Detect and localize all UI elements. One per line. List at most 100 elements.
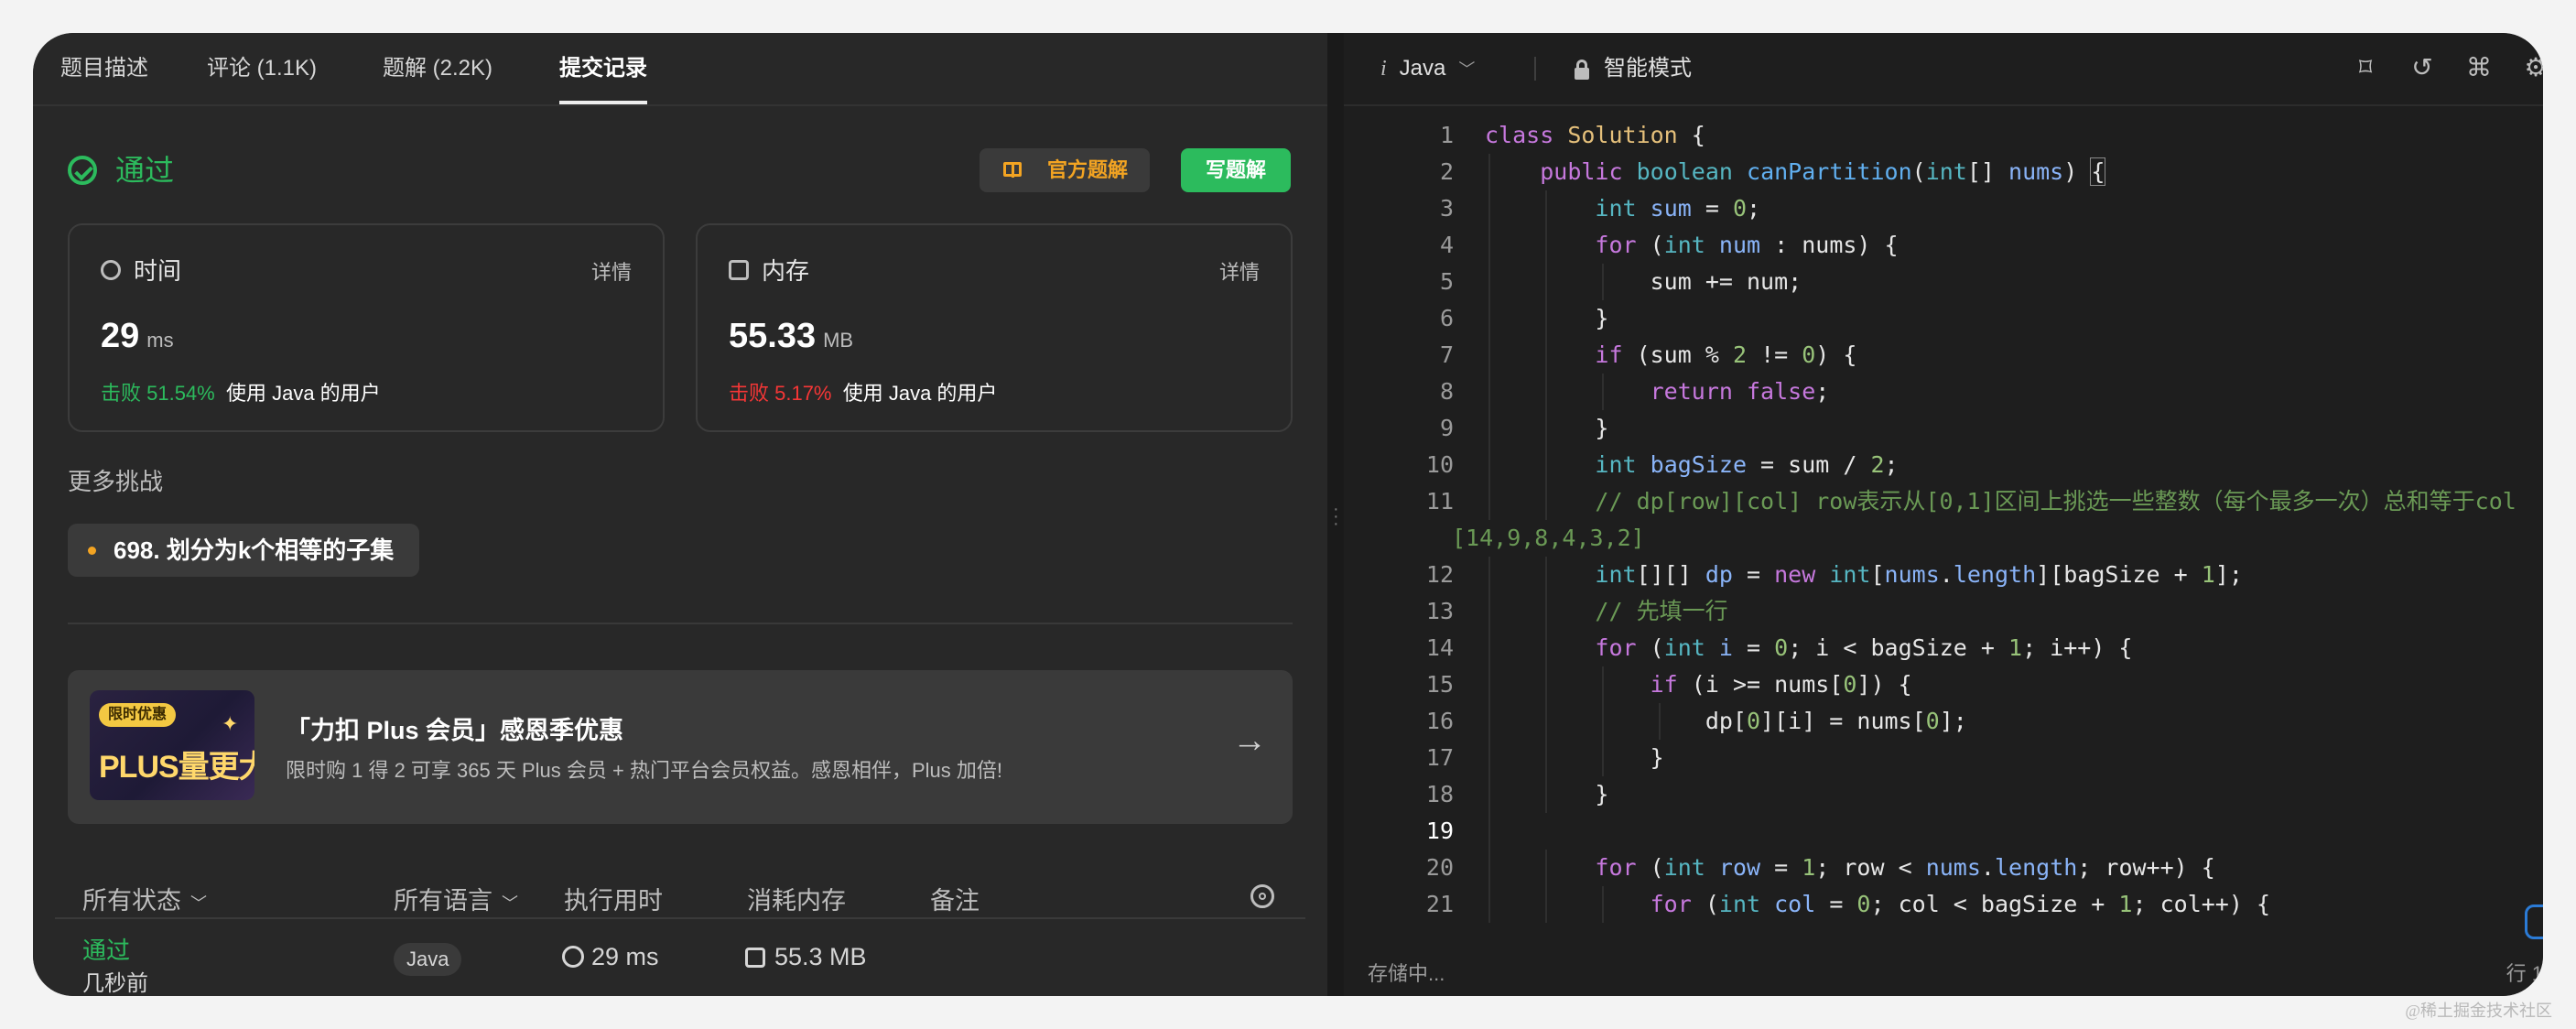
code-line: 9 } bbox=[1344, 410, 2543, 447]
language-badge: Java bbox=[394, 943, 462, 976]
row-memory-value: 55.3 MB bbox=[774, 943, 867, 970]
row-status[interactable]: 通过 bbox=[82, 932, 130, 966]
table-divider bbox=[55, 917, 1305, 919]
chip-icon bbox=[745, 948, 765, 968]
memory-value-block: 55.33 MB bbox=[729, 317, 853, 356]
code-line: 7 if (sum % 2 != 0) { bbox=[1344, 337, 2543, 374]
timer-icon bbox=[101, 260, 121, 280]
runtime-value: 29 bbox=[101, 317, 140, 355]
gear-icon[interactable] bbox=[1250, 884, 1274, 908]
reset-icon[interactable]: ↺ bbox=[2408, 53, 2437, 82]
runtime-label: 时间 bbox=[134, 257, 182, 285]
runtime-card[interactable]: 时间 详情 29 ms 击败 51.54% 使用 Java 的用户 bbox=[68, 223, 665, 432]
memory-label: 内存 bbox=[762, 257, 810, 285]
promo-image: 限时优惠 ✦ PLUS量更大 bbox=[90, 690, 254, 800]
drag-handle-icon[interactable]: · · · bbox=[1333, 500, 1339, 533]
tab-bar: 题目描述 评论 (1.1K) 题解 (2.2K) 提交记录 bbox=[33, 33, 1327, 106]
row-memory: 55.3 MB bbox=[745, 943, 867, 971]
runtime-beat: 击败 51.54% 使用 Java 的用户 bbox=[101, 377, 381, 406]
runtime-beat-percent: 击败 51.54% bbox=[101, 382, 215, 405]
status-filter[interactable]: 所有状态 ﹀ bbox=[82, 881, 207, 916]
memory-header: 消耗内存 bbox=[747, 887, 846, 915]
write-solution-button[interactable]: 写题解 bbox=[1181, 148, 1291, 192]
tab-comments[interactable]: 评论 (1.1K) bbox=[207, 33, 317, 104]
code-line: 19 bbox=[1344, 813, 2543, 850]
code-line: 1 class Solution { bbox=[1439, 122, 1705, 148]
watermark: @稀土掘金技术社区 bbox=[2405, 1002, 2552, 1020]
chevron-down-icon: ﹀ bbox=[190, 894, 207, 913]
chip-icon bbox=[729, 260, 749, 280]
runtime-detail-link[interactable]: 详情 bbox=[591, 256, 632, 286]
code-line: 5 sum += num; bbox=[1344, 264, 2543, 300]
row-runtime-value: 29 ms bbox=[591, 943, 659, 970]
bookmark-icon[interactable]: ⌑ bbox=[2351, 53, 2380, 82]
code-line: 20 for (int row = 1; row < nums.length; … bbox=[1344, 850, 2543, 886]
runtime-beat-suffix: 使用 Java 的用户 bbox=[225, 382, 381, 405]
settings-icon[interactable]: ⚙ bbox=[2521, 53, 2543, 82]
promo-image-text: PLUS量更大 bbox=[99, 750, 254, 785]
code-editor-panel: i Java ﹀ 智能模式 ⌑ ↺ ⌘ ⚙ 1 class Solution { 2 … bbox=[1344, 33, 2543, 996]
memory-beat-suffix: 使用 Java 的用户 bbox=[842, 382, 998, 405]
book-icon bbox=[1003, 162, 1022, 178]
promo-subtitle: 限时购 1 得 2 可享 365 天 Plus 会员 + 热门平台会员权益。感恩… bbox=[286, 759, 1002, 782]
code-line: 21 for (int col = 0; col < bagSize + 1; … bbox=[1344, 886, 2543, 923]
code-line: 8 return false; bbox=[1344, 374, 2543, 410]
notes-header: 备注 bbox=[930, 887, 980, 915]
language-selector-label: Java bbox=[1399, 56, 1446, 81]
official-solution-label: 官方题解 bbox=[1046, 158, 1128, 181]
chevron-down-icon: ﹀ bbox=[502, 894, 518, 913]
app-window: 题目描述 评论 (1.1K) 题解 (2.2K) 提交记录 通过 官方题解 写题… bbox=[33, 33, 2543, 996]
promo-title: 「力扣 Plus 会员」感恩季优惠 bbox=[286, 717, 624, 744]
code-line: 12 int[][] dp = new int[nums.length][bag… bbox=[1344, 557, 2543, 593]
clock-icon bbox=[562, 946, 584, 968]
promo-banner[interactable]: 限时优惠 ✦ PLUS量更大 「力扣 Plus 会员」感恩季优惠 限时购 1 得… bbox=[68, 670, 1293, 824]
code-line: 10 int bagSize = sum / 2; bbox=[1344, 447, 2543, 483]
memory-beat: 击败 5.17% 使用 Java 的用户 bbox=[729, 377, 997, 406]
promo-tag: 限时优惠 bbox=[99, 703, 177, 727]
chevron-down-icon: ﹀ bbox=[1458, 60, 1476, 79]
info-icon: i bbox=[1380, 57, 1387, 81]
runtime-value-block: 29 ms bbox=[101, 317, 174, 356]
sparkle-icon: ✦ bbox=[222, 712, 239, 735]
memory-detail-link[interactable]: 详情 bbox=[1219, 256, 1260, 286]
command-icon[interactable]: ⌘ bbox=[2464, 53, 2494, 82]
challenge-label: 698. 划分为k个相等的子集 bbox=[114, 536, 395, 564]
runtime-header: 执行用时 bbox=[564, 887, 663, 915]
memory-unit: MB bbox=[823, 329, 854, 352]
code-line: 13 // 先填一行 bbox=[1344, 593, 2543, 630]
assistant-float-icon[interactable] bbox=[2525, 904, 2543, 939]
code-line: [14,9,8,4,3,2] bbox=[1452, 525, 1645, 551]
save-status: 存储中... bbox=[1368, 962, 1445, 985]
arrow-right-icon[interactable]: → bbox=[1232, 721, 1267, 761]
submission-panel: 题目描述 评论 (1.1K) 题解 (2.2K) 提交记录 通过 官方题解 写题… bbox=[33, 33, 1327, 996]
language-filter-label: 所有语言 bbox=[394, 887, 492, 915]
runtime-unit: ms bbox=[146, 329, 174, 352]
memory-beat-percent: 击败 5.17% bbox=[729, 382, 832, 405]
code-line: 6 } bbox=[1344, 300, 2543, 337]
code-line: 17 } bbox=[1344, 740, 2543, 776]
language-filter[interactable]: 所有语言 ﹀ bbox=[394, 881, 518, 916]
difficulty-dot bbox=[88, 547, 96, 555]
language-selector[interactable]: i Java ﹀ bbox=[1380, 33, 1475, 105]
more-challenges-title: 更多挑战 bbox=[68, 468, 164, 495]
smart-mode-toggle[interactable]: 智能模式 bbox=[1604, 33, 1692, 104]
lock-icon bbox=[1575, 60, 1589, 80]
official-solution-button[interactable]: 官方题解 bbox=[980, 148, 1150, 192]
tab-submissions[interactable]: 提交记录 bbox=[559, 33, 647, 104]
code-line: 4 for (int num : nums) { bbox=[1344, 227, 2543, 264]
code-area[interactable]: 1 class Solution { 2 public boolean canPa… bbox=[1344, 117, 2543, 948]
code-line: 15 if (i >= nums[0]) { bbox=[1344, 666, 2543, 703]
result-status-text: 通过 bbox=[115, 154, 175, 187]
code-line: 2 public boolean canPartition(int[] nums… bbox=[1344, 154, 2543, 190]
tab-solutions[interactable]: 题解 (2.2K) bbox=[383, 33, 492, 104]
memory-card[interactable]: 内存 详情 55.33 MB 击败 5.17% 使用 Java 的用户 bbox=[696, 223, 1293, 432]
row-time: 几秒前 bbox=[82, 971, 148, 996]
row-runtime: 29 ms bbox=[562, 943, 659, 971]
challenge-item[interactable]: 698. 划分为k个相等的子集 bbox=[68, 524, 420, 577]
code-line: 3 int sum = 0; bbox=[1344, 190, 2543, 227]
code-line: 18 } bbox=[1344, 776, 2543, 813]
check-circle-icon bbox=[68, 156, 97, 185]
editor-toolbar: i Java ﹀ 智能模式 ⌑ ↺ ⌘ ⚙ bbox=[1344, 33, 2543, 106]
tab-description[interactable]: 题目描述 bbox=[60, 33, 148, 104]
divider bbox=[68, 623, 1293, 624]
